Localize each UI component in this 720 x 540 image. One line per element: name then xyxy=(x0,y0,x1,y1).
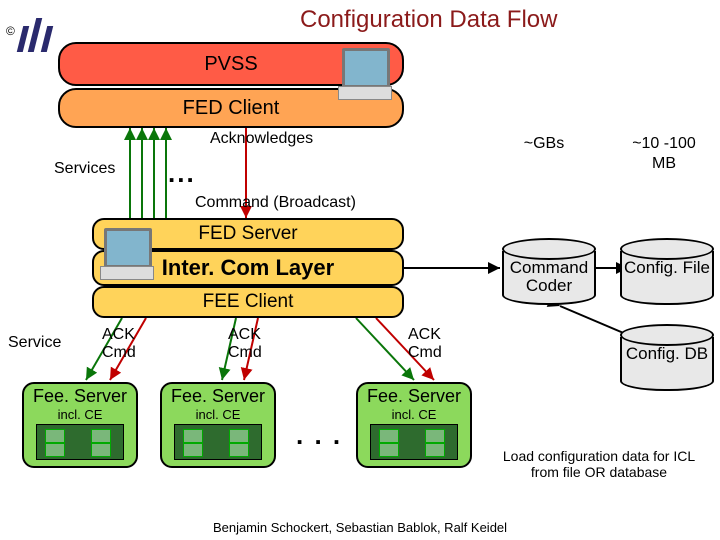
ellipsis-icon: . . . xyxy=(296,420,342,451)
service-label: Service xyxy=(8,334,61,352)
footer-authors: Benjamin Schockert, Sebastian Bablok, Ra… xyxy=(0,520,720,535)
fee-client-box: FEE Client xyxy=(92,286,404,318)
command-broadcast-label: Command (Broadcast) xyxy=(195,194,356,212)
config-db-cylinder: Config. DB xyxy=(620,324,710,391)
services-label: Services xyxy=(54,160,115,178)
ack-cmd-label: ACKCmd xyxy=(228,326,262,362)
circuit-board-icon xyxy=(174,424,262,460)
size-note-gbs: ~GBs xyxy=(500,134,588,180)
ack-cmd-label: ACKCmd xyxy=(102,326,136,362)
computer-icon xyxy=(100,228,152,278)
computer-icon xyxy=(338,48,390,98)
acknowledges-label: Acknowledges xyxy=(210,130,313,148)
fee-server-box: Fee. Serverincl. CE xyxy=(22,382,138,468)
size-note-mb: ~10 -100 MB xyxy=(620,134,708,180)
fee-server-box: Fee. Serverincl. CE xyxy=(160,382,276,468)
caption-text: Load configuration data for ICL from fil… xyxy=(492,448,706,480)
circuit-board-icon xyxy=(370,424,458,460)
fee-server-box: Fee. Serverincl. CE xyxy=(356,382,472,468)
command-coder-cylinder: Command Coder xyxy=(502,238,592,305)
ellipsis-icon: ... xyxy=(168,158,196,189)
circuit-board-icon xyxy=(36,424,124,460)
ack-cmd-label: ACKCmd xyxy=(408,326,442,362)
config-file-cylinder: Config. File xyxy=(620,238,710,305)
